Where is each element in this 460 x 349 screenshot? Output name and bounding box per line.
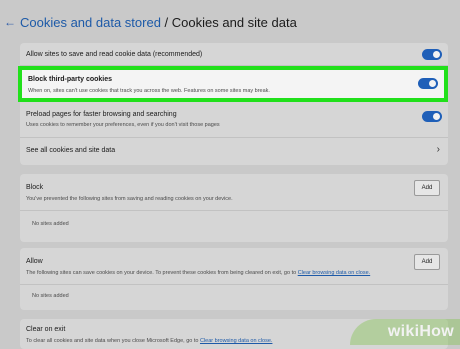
- see-all-label: See all cookies and site data: [26, 147, 116, 154]
- back-arrow-icon[interactable]: ←: [4, 14, 16, 30]
- page-header: ← Cookies and data stored / Cookies and …: [0, 0, 460, 42]
- block-empty-text: No sites added: [32, 221, 69, 227]
- allow-cookies-toggle[interactable]: [422, 49, 442, 60]
- watermark-wiki: wiki: [387, 323, 420, 340]
- cookie-settings-card: Allow sites to save and read cookie data…: [20, 43, 448, 165]
- block-add-button[interactable]: Add: [414, 180, 440, 196]
- breadcrumb-separator: /: [160, 15, 172, 30]
- clear-on-exit-description: To clear all cookies and site data when …: [26, 338, 272, 344]
- divider: [20, 284, 448, 285]
- allow-cookies-row: Allow sites to save and read cookie data…: [20, 43, 448, 65]
- page-title: Cookies and site data: [171, 15, 297, 30]
- block-third-party-description: When on, sites can't use cookies that tr…: [28, 88, 270, 94]
- chevron-right-icon: ›: [436, 144, 440, 155]
- allow-cookies-label: Allow sites to save and read cookie data…: [26, 51, 203, 58]
- allow-description: The following sites can save cookies on …: [26, 270, 370, 276]
- allow-description-text: The following sites can save cookies on …: [26, 270, 297, 276]
- clear-browsing-data-link[interactable]: Clear browsing data on close.: [298, 270, 370, 276]
- block-title: Block: [26, 184, 44, 191]
- block-card: Block You've prevented the following sit…: [20, 174, 448, 242]
- clear-browsing-data-link[interactable]: Clear browsing data on close.: [200, 338, 272, 344]
- block-third-party-label: Block third-party cookies: [28, 76, 113, 83]
- allow-empty-text: No sites added: [32, 293, 69, 299]
- clear-on-exit-title: Clear on exit: [26, 326, 66, 333]
- clear-on-exit-text: To clear all cookies and site data when …: [26, 338, 199, 344]
- allow-title: Allow: [26, 258, 43, 265]
- preload-label: Preload pages for faster browsing and se…: [26, 111, 177, 118]
- divider: [20, 210, 448, 211]
- block-description: You've prevented the following sites fro…: [26, 196, 233, 202]
- preload-toggle[interactable]: [422, 111, 442, 122]
- allow-card: Allow The following sites can save cooki…: [20, 248, 448, 310]
- allow-add-button[interactable]: Add: [414, 254, 440, 270]
- see-all-row[interactable]: See all cookies and site data ›: [20, 138, 448, 164]
- preload-description: Uses cookies to remember your preference…: [26, 122, 220, 128]
- block-third-party-row: Block third-party cookies When on, sites…: [18, 66, 448, 102]
- watermark-how: How: [419, 323, 454, 340]
- breadcrumb: Cookies and data stored / Cookies and si…: [20, 14, 297, 32]
- breadcrumb-parent-link[interactable]: Cookies and data stored: [20, 15, 161, 30]
- preload-row: Preload pages for faster browsing and se…: [20, 105, 448, 133]
- block-third-party-toggle[interactable]: [418, 78, 438, 89]
- wikihow-watermark: wikiHow: [388, 323, 454, 341]
